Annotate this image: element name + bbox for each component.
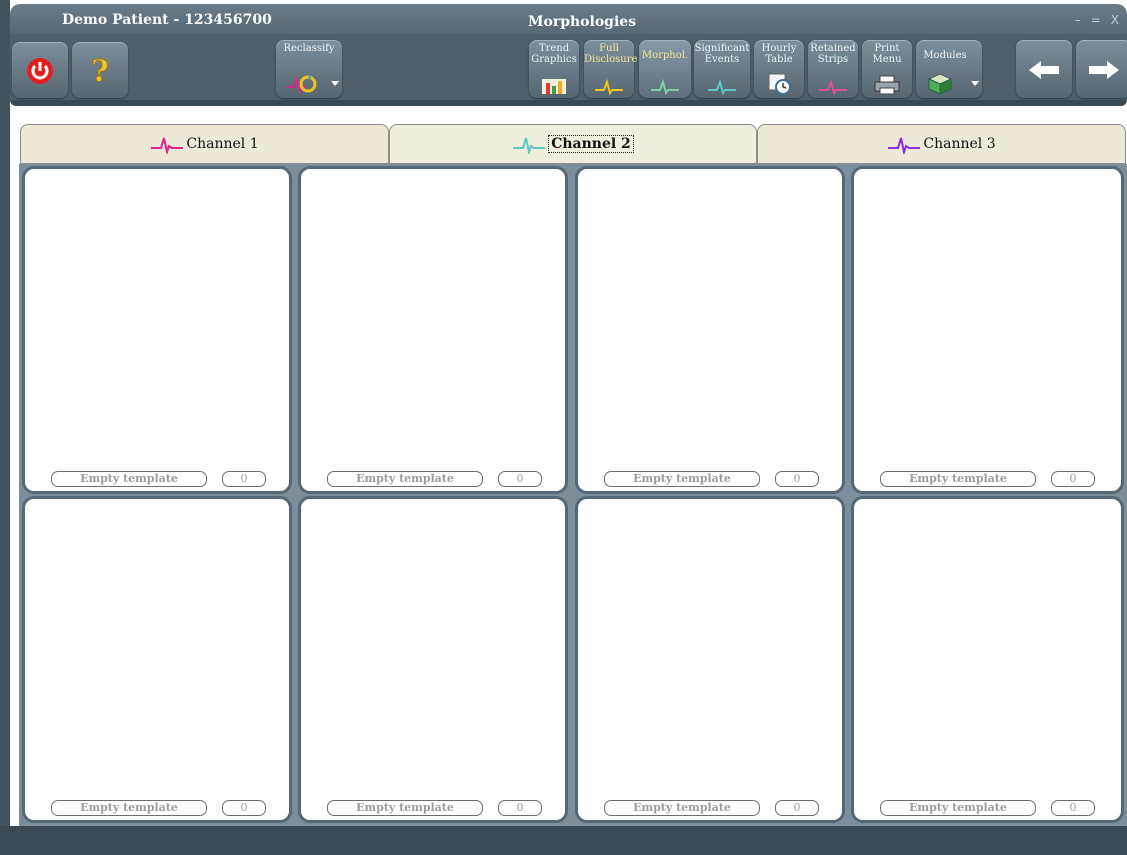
trend-graphics-label: Trend Graphics (531, 43, 577, 65)
template-label: Empty template (327, 800, 483, 816)
template-count: 0 (775, 800, 819, 816)
template-cell[interactable]: Empty template 0 (22, 496, 292, 823)
template-footer: Empty template 0 (578, 471, 842, 487)
reclassify-dropdown-arrow[interactable] (331, 81, 339, 86)
template-label: Empty template (880, 800, 1036, 816)
template-count: 0 (498, 471, 542, 487)
template-label: Empty template (880, 471, 1036, 487)
ecg-wave-icon (151, 137, 184, 154)
app-title: Morphologies (528, 14, 637, 30)
template-cell[interactable]: Empty template 0 (22, 166, 292, 494)
power-icon (27, 58, 53, 84)
minimize-button[interactable]: – (1075, 13, 1081, 27)
window-frame-left (0, 0, 10, 855)
template-count: 0 (775, 471, 819, 487)
power-button[interactable] (12, 42, 68, 98)
template-label: Empty template (51, 471, 207, 487)
template-label: Empty template (604, 471, 760, 487)
reclassify-label: Reclassify (283, 43, 335, 54)
ecg-wave-icon (708, 79, 736, 95)
template-footer: Empty template 0 (854, 800, 1121, 816)
template-label: Empty template (604, 800, 760, 816)
template-footer: Empty template 0 (578, 800, 842, 816)
arrow-left-icon (1029, 61, 1059, 79)
ecg-wave-icon (888, 137, 921, 154)
full-disclosure-label: Full Disclosure (584, 43, 638, 65)
retained-strips-button[interactable]: Retained Strips (808, 40, 858, 98)
title-bar: Demo Patient - 123456700 Morphologies – … (10, 4, 1127, 34)
template-footer: Empty template 0 (854, 471, 1121, 487)
template-count: 0 (222, 471, 266, 487)
significant-events-button[interactable]: Significant Events (694, 40, 750, 98)
tab-label: Channel 2 (548, 135, 634, 153)
modules-button[interactable]: Modules (916, 40, 982, 98)
help-question-icon: ? (91, 54, 110, 86)
modules-dropdown-arrow[interactable] (971, 81, 979, 86)
template-count: 0 (222, 800, 266, 816)
clock-table-icon (768, 73, 791, 95)
maximize-button[interactable]: = (1091, 13, 1101, 27)
back-arrow-button[interactable] (1016, 40, 1072, 98)
forward-arrow-button[interactable] (1076, 40, 1127, 98)
bar-chart-icon (542, 79, 566, 94)
retained-strips-label: Retained Strips (810, 43, 856, 65)
reclassify-button[interactable]: Reclassify (276, 40, 342, 98)
toolbar: ? Reclassify Trend Graphics Full Disclos… (10, 34, 1127, 100)
template-cell[interactable]: Empty template 0 (298, 496, 568, 823)
window-controls: – = X (1075, 13, 1119, 27)
arrow-right-icon (1089, 61, 1119, 79)
template-cell[interactable]: Empty template 0 (851, 496, 1124, 823)
tab-channel-2[interactable]: Channel 2 (389, 124, 757, 164)
morphologies-label: Morphol. (641, 50, 689, 61)
reclassify-cycle-icon (287, 75, 317, 94)
modules-puzzle-icon (927, 73, 953, 95)
svg-text:?: ? (91, 54, 109, 86)
print-menu-label: Print Menu (872, 43, 902, 65)
template-label: Empty template (51, 800, 207, 816)
full-disclosure-button[interactable]: Full Disclosure (584, 40, 638, 98)
print-menu-button[interactable]: Print Menu (862, 40, 912, 98)
tab-channel-3[interactable]: Channel 3 (757, 124, 1126, 164)
template-footer: Empty template 0 (25, 471, 289, 487)
template-count: 0 (1051, 800, 1095, 816)
status-bar (0, 826, 1127, 855)
template-cell[interactable]: Empty template 0 (851, 166, 1124, 494)
template-footer: Empty template 0 (301, 800, 565, 816)
toolbar-bottom-edge (10, 100, 1127, 106)
help-button[interactable]: ? (72, 42, 128, 98)
ecg-wave-icon (595, 79, 623, 95)
template-count: 0 (498, 800, 542, 816)
ecg-wave-icon (513, 137, 546, 154)
modules-label: Modules (923, 50, 967, 61)
template-cell[interactable]: Empty template 0 (575, 166, 845, 494)
patient-title: Demo Patient - 123456700 (62, 12, 272, 28)
tab-label: Channel 1 (186, 136, 259, 152)
significant-events-label: Significant Events (694, 43, 750, 65)
template-label: Empty template (327, 471, 483, 487)
template-cell[interactable]: Empty template 0 (575, 496, 845, 823)
trend-graphics-button[interactable]: Trend Graphics (529, 40, 579, 98)
tab-channel-1[interactable]: Channel 1 (20, 124, 389, 164)
template-count: 0 (1051, 471, 1095, 487)
hourly-table-label: Hourly Table (761, 43, 797, 65)
ecg-wave-icon (651, 79, 679, 95)
printer-icon (874, 75, 900, 95)
morphologies-button[interactable]: Morphol. (639, 40, 691, 98)
hourly-table-button[interactable]: Hourly Table (754, 40, 804, 98)
template-footer: Empty template 0 (301, 471, 565, 487)
tab-label: Channel 3 (923, 136, 996, 152)
template-footer: Empty template 0 (25, 800, 289, 816)
ecg-strip-icon (819, 79, 847, 95)
close-button[interactable]: X (1111, 13, 1119, 27)
template-cell[interactable]: Empty template 0 (298, 166, 568, 494)
